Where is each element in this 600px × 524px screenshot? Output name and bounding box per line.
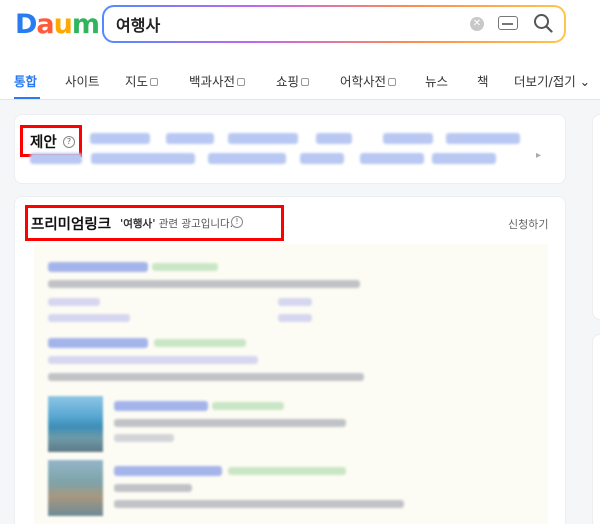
suggestion-item[interactable] <box>90 133 150 144</box>
tab-shopping[interactable]: 쇼핑 <box>276 71 310 90</box>
suggestion-item[interactable] <box>316 133 352 144</box>
ad-title[interactable] <box>48 262 148 272</box>
suggestion-item[interactable] <box>300 153 344 164</box>
ad-description <box>114 500 404 508</box>
suggestion-item[interactable] <box>383 133 433 144</box>
ad-url[interactable] <box>228 467 346 475</box>
ad-sublink[interactable] <box>48 314 130 322</box>
ad-thumbnail[interactable] <box>48 396 103 452</box>
search-icon[interactable] <box>533 13 553 33</box>
suggestion-item[interactable] <box>30 153 82 164</box>
tab-book[interactable]: 책 <box>477 71 489 90</box>
ad-sublink[interactable] <box>48 298 100 306</box>
suggestion-item[interactable] <box>208 153 286 164</box>
ad-title[interactable] <box>114 401 208 411</box>
tab-more[interactable]: 더보기/접기 ⌄ <box>514 71 590 90</box>
tab-news[interactable]: 뉴스 <box>425 71 448 90</box>
ad-title[interactable] <box>48 338 148 348</box>
suggestion-item[interactable] <box>228 133 298 144</box>
search-box: ✕ <box>102 5 566 43</box>
side-panel <box>592 114 600 320</box>
header: Daum ✕ <box>0 0 600 56</box>
ad-description <box>114 434 174 442</box>
ad-title[interactable] <box>114 466 222 476</box>
ad-url[interactable] <box>152 263 218 271</box>
more-chevron-icon[interactable]: ▸ <box>536 150 541 161</box>
external-icon <box>237 78 246 86</box>
external-icon <box>388 78 397 86</box>
suggestion-item[interactable] <box>91 153 195 164</box>
tab-encyclopedia[interactable]: 백과사전 <box>189 71 246 90</box>
external-icon <box>150 78 159 86</box>
tab-map[interactable]: 지도 <box>125 71 159 90</box>
active-tab-indicator <box>14 97 40 99</box>
suggest-card <box>14 114 566 184</box>
tab-dictionary[interactable]: 어학사전 <box>340 71 397 90</box>
ad-description <box>114 484 192 492</box>
clear-icon[interactable]: ✕ <box>470 17 484 31</box>
keyboard-icon[interactable] <box>498 16 518 30</box>
external-icon <box>301 78 310 86</box>
tab-integrated[interactable]: 통합 <box>14 71 37 90</box>
ad-thumbnail[interactable] <box>48 460 103 516</box>
search-tabs: 통합 사이트 지도 백과사전 쇼핑 어학사전 뉴스 책 더보기/접기 ⌄ <box>0 56 600 100</box>
ad-sublinks[interactable] <box>48 356 258 364</box>
ad-description <box>48 373 364 381</box>
tab-site[interactable]: 사이트 <box>65 71 100 90</box>
side-panel <box>592 334 600 524</box>
search-input[interactable] <box>116 12 436 36</box>
daum-logo[interactable]: Daum <box>15 9 100 40</box>
ad-url[interactable] <box>154 339 246 347</box>
ad-description <box>114 419 346 427</box>
ad-description <box>48 280 360 288</box>
suggestion-item[interactable] <box>360 153 424 164</box>
suggestion-item[interactable] <box>446 133 520 144</box>
ad-sublink[interactable] <box>278 314 312 322</box>
apply-link[interactable]: 신청하기 <box>508 216 548 232</box>
suggestion-item[interactable] <box>432 153 496 164</box>
ad-url[interactable] <box>212 402 284 410</box>
highlight-box <box>25 205 284 241</box>
suggestion-item[interactable] <box>166 133 214 144</box>
ad-sublink[interactable] <box>278 298 312 306</box>
